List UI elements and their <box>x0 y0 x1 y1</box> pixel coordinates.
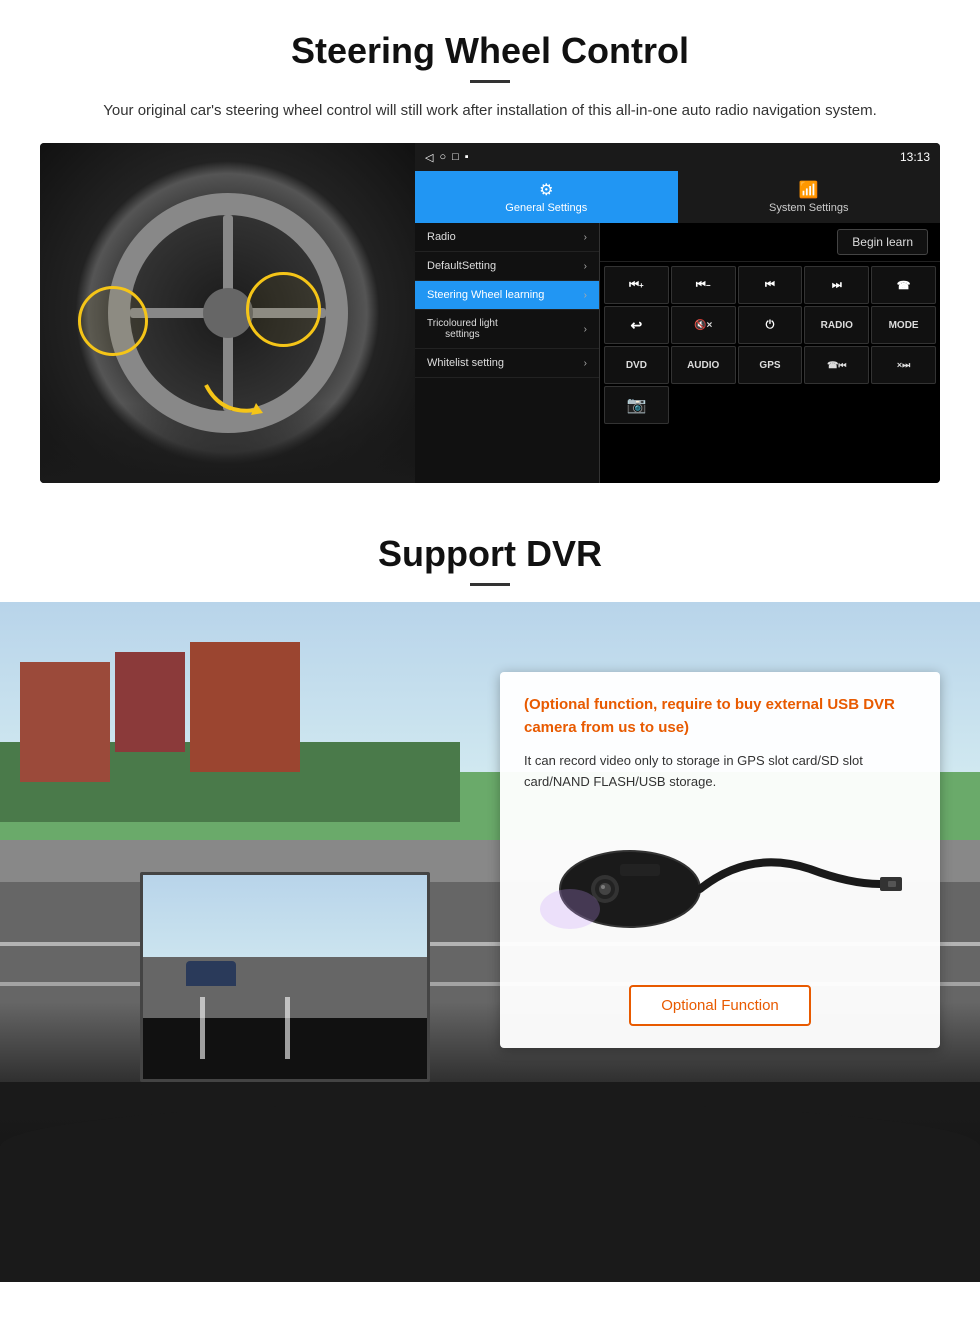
control-buttons-grid: ⏮+ ⏮− ⏮ ⏭ ☎ ↩ 🔇× ⏻ RADIO MODE DVD AUDIO <box>600 262 940 428</box>
ctrl-skip-next[interactable]: ×⏭ <box>871 346 936 384</box>
chevron-right-icon: › <box>584 261 587 272</box>
dvr-header: Support DVR <box>0 503 980 602</box>
home-icon: ○ <box>439 151 446 163</box>
ctrl-vol-down[interactable]: ⏮− <box>671 266 736 304</box>
dvr-thumbnail <box>140 872 430 1082</box>
ctrl-next-track[interactable]: ⏭ <box>804 266 869 304</box>
steering-section: Steering Wheel Control Your original car… <box>0 0 980 503</box>
dvr-optional-notice: (Optional function, require to buy exter… <box>524 694 916 739</box>
gear-icon: ⚙ <box>539 180 553 200</box>
dvr-description: It can record video only to storage in G… <box>524 751 916 793</box>
dvr-title-divider <box>470 583 510 586</box>
steering-center-hub <box>203 288 253 338</box>
menu-steering-label: Steering Wheel learning <box>427 289 544 301</box>
highlight-circle-left <box>78 286 148 356</box>
dvr-camera-svg <box>530 809 910 969</box>
yellow-arrow <box>201 375 261 415</box>
status-bar: ◁ ○ □ ▪ 13:13 <box>415 143 940 171</box>
steering-wheel-photo <box>40 143 415 483</box>
chevron-right-icon: › <box>584 324 587 335</box>
ctrl-mute[interactable]: 🔇× <box>671 306 736 344</box>
chevron-right-icon: › <box>584 232 587 243</box>
tab-general-label: General Settings <box>505 202 587 214</box>
steering-subtitle: Your original car's steering wheel contr… <box>80 99 900 123</box>
title-divider <box>470 80 510 83</box>
android-tabs: ⚙ General Settings 📶 System Settings <box>415 171 940 223</box>
dvr-info-card: (Optional function, require to buy exter… <box>500 672 940 1048</box>
dvr-thumbnail-scene <box>143 875 427 1079</box>
menu-item-whitelist[interactable]: Whitelist setting › <box>415 349 599 378</box>
settings-menu: Radio › DefaultSetting › Steering Wheel … <box>415 223 600 483</box>
recents-icon: □ <box>452 151 459 163</box>
menu-item-defaultsetting[interactable]: DefaultSetting › <box>415 252 599 281</box>
ctrl-gps[interactable]: GPS <box>738 346 803 384</box>
begin-learn-button[interactable]: Begin learn <box>837 229 928 255</box>
tab-general[interactable]: ⚙ General Settings <box>415 171 678 223</box>
steering-title: Steering Wheel Control <box>40 30 940 72</box>
ctrl-phone-prev[interactable]: ☎⏮ <box>804 346 869 384</box>
ctrl-prev-track[interactable]: ⏮ <box>738 266 803 304</box>
menu-tricoloured-label: Tricoloured lightsettings <box>427 318 498 340</box>
chevron-right-icon: › <box>584 358 587 369</box>
chevron-right-icon: › <box>584 290 587 301</box>
android-content: Radio › DefaultSetting › Steering Wheel … <box>415 223 940 483</box>
steering-composite: ◁ ○ □ ▪ 13:13 ⚙ General Settings 📶 Syste… <box>40 143 940 483</box>
highlight-circle-right <box>246 272 321 347</box>
tab-system-label: System Settings <box>769 202 848 214</box>
status-nav-icons: ◁ ○ □ ▪ <box>425 151 469 164</box>
ctrl-vol-up[interactable]: ⏮+ <box>604 266 669 304</box>
menu-radio-label: Radio <box>427 231 456 243</box>
menu-item-steering-wheel-learning[interactable]: Steering Wheel learning › <box>415 281 599 310</box>
ctrl-back[interactable]: ↩ <box>604 306 669 344</box>
dvr-title: Support DVR <box>40 533 940 575</box>
android-panel: ◁ ○ □ ▪ 13:13 ⚙ General Settings 📶 Syste… <box>415 143 940 483</box>
control-panel: Begin learn ⏮+ ⏮− ⏮ ⏭ ☎ ↩ 🔇× ⏻ R <box>600 223 940 483</box>
menu-icon: ▪ <box>465 151 469 163</box>
back-icon: ◁ <box>425 151 433 164</box>
ctrl-mode[interactable]: MODE <box>871 306 936 344</box>
menu-item-tricoloured[interactable]: Tricoloured lightsettings › <box>415 310 599 349</box>
ctrl-audio[interactable]: AUDIO <box>671 346 736 384</box>
wifi-icon: 📶 <box>799 180 819 200</box>
menu-defaultsetting-label: DefaultSetting <box>427 260 496 272</box>
menu-item-radio[interactable]: Radio › <box>415 223 599 252</box>
dvr-background: (Optional function, require to buy exter… <box>0 602 980 1282</box>
dvr-camera-image <box>524 809 916 969</box>
dvr-section: Support DVR <box>0 503 980 1283</box>
ctrl-camera[interactable]: 📷 <box>604 386 669 424</box>
tab-system[interactable]: 📶 System Settings <box>678 171 941 223</box>
ctrl-power[interactable]: ⏻ <box>738 306 803 344</box>
ctrl-dvd[interactable]: DVD <box>604 346 669 384</box>
ctrl-phone[interactable]: ☎ <box>871 266 936 304</box>
status-time: 13:13 <box>900 150 930 164</box>
begin-learn-row: Begin learn <box>600 223 940 262</box>
menu-whitelist-label: Whitelist setting <box>427 357 504 369</box>
ctrl-radio[interactable]: RADIO <box>804 306 869 344</box>
optional-function-button[interactable]: Optional Function <box>629 985 811 1026</box>
